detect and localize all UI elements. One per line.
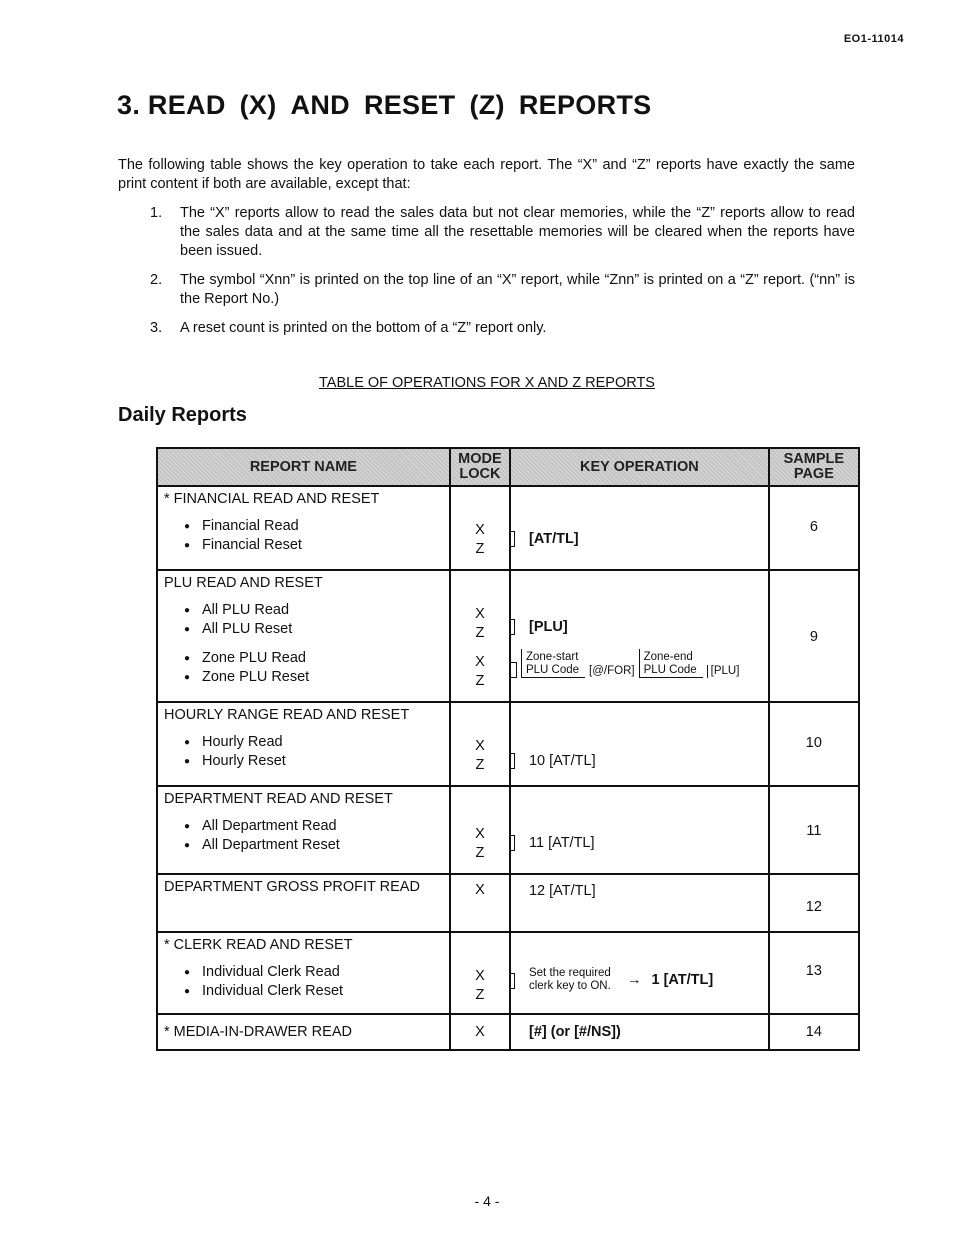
bracket-icon xyxy=(508,835,515,851)
arrow-right-icon: → xyxy=(626,972,642,988)
page-title: 3. READ (X) AND RESET (Z) REPORTS xyxy=(117,90,652,120)
page-number: - 4 - xyxy=(474,1193,500,1209)
document-id: EO1-11014 xyxy=(843,33,904,45)
exceptions-list: 1. The “X” reports allow to read the sale… xyxy=(150,204,855,348)
header-report-name: REPORT NAME xyxy=(156,447,451,487)
table-row: HOURLY RANGE READ AND RESET Hourly ReadH… xyxy=(156,701,861,787)
intro-paragraph: The following table shows the key operat… xyxy=(118,157,855,192)
list-item: 1. The “X” reports allow to read the sale… xyxy=(150,205,855,259)
section-heading: Daily Reports xyxy=(118,404,247,426)
table-row: DEPARTMENT GROSS PROFIT READ X 12 [AT/TL… xyxy=(156,873,861,933)
bracket-icon xyxy=(510,662,517,678)
header-mode-lock: MODE LOCK xyxy=(448,447,511,487)
bracket-icon xyxy=(508,531,515,547)
list-item: 2. The symbol “Xnn” is printed on the top… xyxy=(150,272,855,307)
bracket-icon xyxy=(508,973,515,989)
table-row: PLU READ AND RESET All PLU ReadAll PLU R… xyxy=(156,569,861,703)
zone-key-sequence: Zone-start PLU Code [@/FOR] Zone-end PLU C… xyxy=(510,649,768,678)
table-row: DEPARTMENT READ AND RESET All Department… xyxy=(156,785,861,875)
bracket-icon xyxy=(508,753,515,769)
bracket-icon xyxy=(508,619,515,635)
table-row: * FINANCIAL READ AND RESET Financial Rea… xyxy=(156,485,861,571)
list-item: 3. A reset count is printed on the bottom… xyxy=(150,320,547,336)
header-key-operation: KEY OPERATION xyxy=(508,447,770,487)
operations-table: REPORT NAME MODE LOCK KEY OPERATION SAMP… xyxy=(156,447,861,1051)
table-row: * CLERK READ AND RESET Individual Clerk … xyxy=(156,931,861,1015)
header-sample-page: SAMPLE PAGE xyxy=(767,447,861,487)
table-caption: TABLE OF OPERATIONS FOR X AND Z REPORTS xyxy=(319,375,655,391)
table-row: * MEDIA-IN-DRAWER READ X [#] (or [#/NS])… xyxy=(156,1013,861,1051)
table-header-row: REPORT NAME MODE LOCK KEY OPERATION SAMP… xyxy=(156,447,861,487)
